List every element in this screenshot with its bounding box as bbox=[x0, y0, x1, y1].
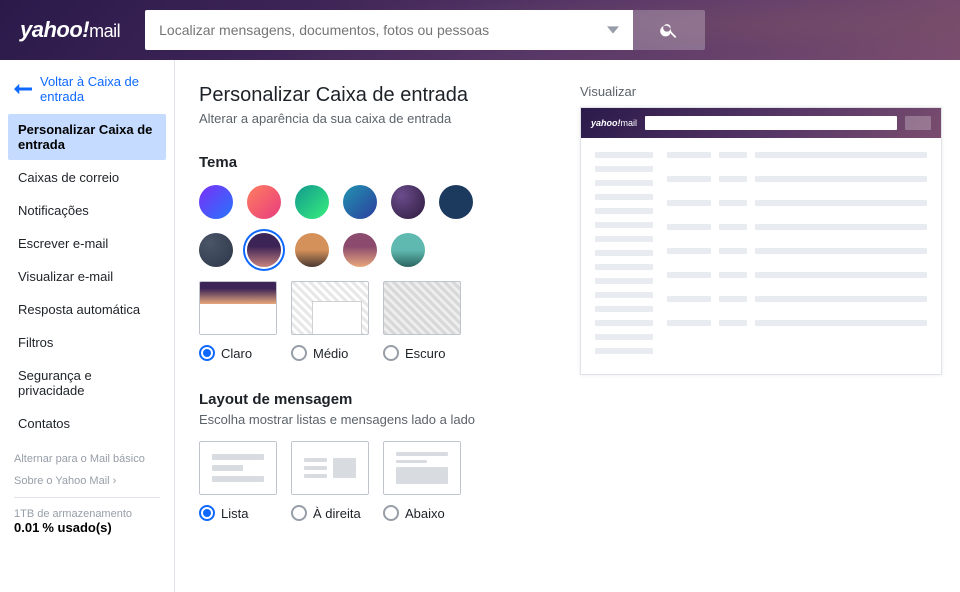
app-header: yahoo!mail bbox=[0, 0, 960, 60]
theme-swatch-purpleblue[interactable] bbox=[199, 185, 233, 219]
preview-box: yahoo!mail bbox=[580, 107, 942, 375]
theme-swatch-slate[interactable] bbox=[199, 233, 233, 267]
arrow-left-icon bbox=[14, 82, 32, 96]
radio-icon bbox=[383, 345, 399, 361]
theme-swatch-row-2 bbox=[199, 233, 560, 267]
layout-radio-below[interactable]: Abaixo bbox=[383, 505, 461, 521]
chevron-down-icon bbox=[607, 24, 619, 36]
layout-radios: Lista À direita Abaixo bbox=[199, 505, 560, 521]
layout-card-below[interactable] bbox=[383, 441, 461, 495]
theme-swatch-mountain[interactable] bbox=[295, 233, 329, 267]
theme-mode-radio-dark[interactable]: Escuro bbox=[383, 345, 461, 361]
theme-swatch-sunset[interactable] bbox=[343, 233, 377, 267]
theme-mode-card-medium[interactable] bbox=[291, 281, 369, 335]
nav-filters[interactable]: Filtros bbox=[8, 327, 166, 358]
page-subtitle: Alterar a aparência da sua caixa de entr… bbox=[199, 111, 560, 126]
theme-swatch-green[interactable] bbox=[295, 185, 329, 219]
switch-to-basic-mail-link[interactable]: Alternar para o Mail básico bbox=[14, 453, 160, 465]
yahoo-mail-logo: yahoo!mail bbox=[20, 17, 120, 43]
search-bar bbox=[145, 10, 705, 50]
theme-mode-card-light[interactable] bbox=[199, 281, 277, 335]
theme-mode-radios: Claro Médio Escuro bbox=[199, 345, 560, 361]
search-dropdown-caret[interactable] bbox=[593, 10, 633, 50]
nav-compose-email[interactable]: Escrever e-mail bbox=[8, 228, 166, 259]
theme-mode-card-dark[interactable] bbox=[383, 281, 461, 335]
theme-mode-radio-light[interactable]: Claro bbox=[199, 345, 277, 361]
search-button[interactable] bbox=[633, 10, 705, 50]
back-to-inbox-link[interactable]: Voltar à Caixa de entrada bbox=[0, 60, 174, 114]
nav-security-privacy[interactable]: Segurança e privacidade bbox=[8, 360, 166, 406]
nav-personalize-inbox[interactable]: Personalizar Caixa de entrada bbox=[8, 114, 166, 160]
layout-heading: Layout de mensagem bbox=[199, 391, 560, 408]
radio-icon bbox=[291, 505, 307, 521]
search-input[interactable] bbox=[145, 10, 593, 50]
about-yahoo-mail-link[interactable]: Sobre o Yahoo Mail bbox=[14, 475, 160, 487]
layout-card-list[interactable] bbox=[199, 441, 277, 495]
search-icon bbox=[659, 20, 679, 40]
theme-mode-radio-medium[interactable]: Médio bbox=[291, 345, 369, 361]
nav-view-email[interactable]: Visualizar e-mail bbox=[8, 261, 166, 292]
radio-icon bbox=[199, 505, 215, 521]
settings-sidebar: Voltar à Caixa de entrada Personalizar C… bbox=[0, 60, 175, 592]
storage-info: 1TB de armazenamento 0.01 % usado(s) bbox=[14, 508, 160, 535]
radio-icon bbox=[383, 505, 399, 521]
theme-heading: Tema bbox=[199, 154, 560, 171]
preview-title: Visualizar bbox=[580, 84, 942, 99]
nav-contacts[interactable]: Contatos bbox=[8, 408, 166, 439]
radio-icon bbox=[291, 345, 307, 361]
preview-panel: Visualizar yahoo!mail bbox=[580, 60, 960, 592]
theme-swatch-orange[interactable] bbox=[247, 185, 281, 219]
nav-notifications[interactable]: Notificações bbox=[8, 195, 166, 226]
nav-mailboxes[interactable]: Caixas de correio bbox=[8, 162, 166, 193]
layout-radio-list[interactable]: Lista bbox=[199, 505, 277, 521]
theme-swatch-ocean[interactable] bbox=[391, 233, 425, 267]
theme-swatch-dusk[interactable] bbox=[247, 233, 281, 267]
theme-swatch-row-1 bbox=[199, 185, 560, 219]
layout-subtitle: Escolha mostrar listas e mensagens lado … bbox=[199, 412, 560, 427]
layout-card-right[interactable] bbox=[291, 441, 369, 495]
settings-main: Personalizar Caixa de entrada Alterar a … bbox=[175, 60, 580, 592]
page-title: Personalizar Caixa de entrada bbox=[199, 84, 560, 107]
back-to-inbox-label: Voltar à Caixa de entrada bbox=[40, 74, 162, 104]
settings-nav: Personalizar Caixa de entrada Caixas de … bbox=[0, 114, 174, 441]
theme-swatch-navy[interactable] bbox=[439, 185, 473, 219]
theme-mode-row bbox=[199, 281, 560, 335]
theme-swatch-darkpurple[interactable] bbox=[391, 185, 425, 219]
preview-header: yahoo!mail bbox=[581, 108, 941, 138]
nav-auto-reply[interactable]: Resposta automática bbox=[8, 294, 166, 325]
sidebar-footer: Alternar para o Mail básico Sobre o Yaho… bbox=[0, 441, 174, 547]
layout-radio-right[interactable]: À direita bbox=[291, 505, 369, 521]
radio-icon bbox=[199, 345, 215, 361]
layout-card-row bbox=[199, 441, 560, 495]
theme-swatch-teal[interactable] bbox=[343, 185, 377, 219]
